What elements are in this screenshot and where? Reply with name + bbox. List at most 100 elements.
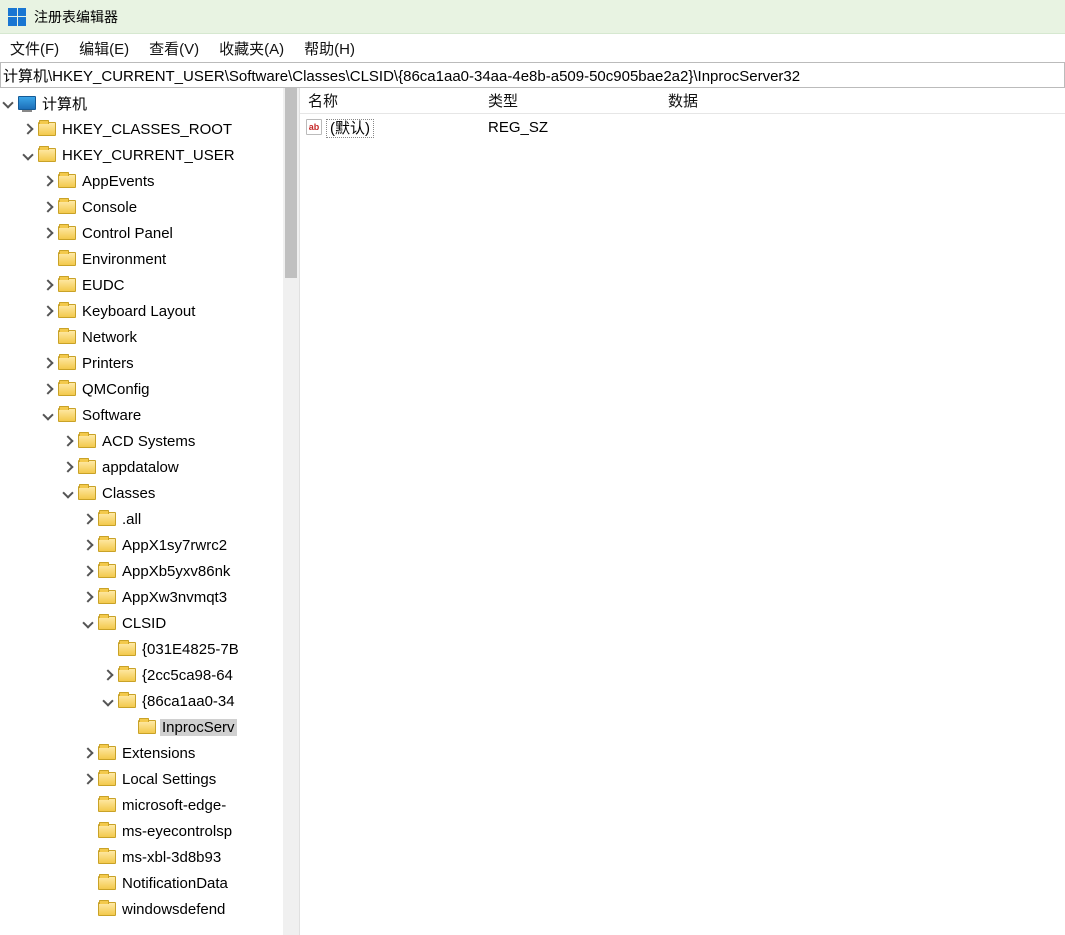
tree-item-label: Printers [80,355,136,372]
tree-item[interactable]: Local Settings [0,766,283,792]
tree-item[interactable]: Keyboard Layout [0,298,283,324]
value-row[interactable]: (默认)REG_SZ [300,114,1065,140]
folder-icon [118,668,136,682]
tree-item[interactable]: windowsdefend [0,896,283,922]
folder-icon [98,538,116,552]
tree-item[interactable]: appdatalow [0,454,283,480]
menu-file[interactable]: 文件(F) [10,38,59,59]
folder-icon [58,278,76,292]
chevron-right-icon[interactable] [100,667,116,683]
folder-icon [98,850,116,864]
expander-none [80,823,96,839]
tree-item[interactable]: QMConfig [0,376,283,402]
folder-icon [138,720,156,734]
column-name[interactable]: 名称 [300,88,480,113]
folder-icon [78,486,96,500]
tree-item-label: windowsdefend [120,901,227,918]
app-icon [8,8,26,26]
tree-item[interactable]: InprocServ [0,714,283,740]
folder-icon [78,434,96,448]
folder-icon [98,746,116,760]
tree-item[interactable]: microsoft-edge- [0,792,283,818]
tree-item[interactable]: AppXw3nvmqt3 [0,584,283,610]
folder-icon [98,512,116,526]
tree-item[interactable]: AppEvents [0,168,283,194]
folder-icon [98,590,116,604]
tree-item[interactable]: HKEY_CURRENT_USER [0,142,283,168]
tree-item[interactable]: 计算机 [0,90,283,116]
title-bar: 注册表编辑器 [0,0,1065,34]
tree-item[interactable]: Classes [0,480,283,506]
chevron-down-icon[interactable] [40,407,56,423]
tree-item[interactable]: Printers [0,350,283,376]
menu-favorites[interactable]: 收藏夹(A) [219,38,284,59]
chevron-right-icon[interactable] [40,277,56,293]
folder-icon [58,408,76,422]
tree-item[interactable]: AppX1sy7rwrc2 [0,532,283,558]
tree-item[interactable]: {031E4825-7B [0,636,283,662]
chevron-down-icon[interactable] [100,693,116,709]
tree-item-label: {86ca1aa0-34 [140,693,237,710]
tree-item[interactable]: Environment [0,246,283,272]
tree-item-label: Environment [80,251,168,268]
tree-item[interactable]: {86ca1aa0-34 [0,688,283,714]
values-panel: 名称 类型 数据 (默认)REG_SZ [300,88,1065,935]
values-body[interactable]: (默认)REG_SZ [300,114,1065,935]
tree-item[interactable]: EUDC [0,272,283,298]
tree-item[interactable]: Software [0,402,283,428]
chevron-right-icon[interactable] [40,173,56,189]
tree-item[interactable]: ms-eyecontrolsp [0,818,283,844]
main-split: 计算机HKEY_CLASSES_ROOTHKEY_CURRENT_USERApp… [0,88,1065,935]
menu-help[interactable]: 帮助(H) [304,38,355,59]
column-type[interactable]: 类型 [480,88,660,113]
chevron-right-icon[interactable] [40,381,56,397]
tree-scrollbar[interactable] [283,88,299,935]
tree-item-label: Classes [100,485,157,502]
column-data[interactable]: 数据 [660,88,1065,113]
chevron-right-icon[interactable] [80,771,96,787]
chevron-down-icon[interactable] [80,615,96,631]
tree-item-label: appdatalow [100,459,181,476]
tree-item[interactable]: {2cc5ca98-64 [0,662,283,688]
chevron-right-icon[interactable] [40,303,56,319]
tree-item[interactable]: NotificationData [0,870,283,896]
chevron-down-icon[interactable] [60,485,76,501]
chevron-right-icon[interactable] [80,511,96,527]
tree-item[interactable]: CLSID [0,610,283,636]
chevron-right-icon[interactable] [80,563,96,579]
tree-item[interactable]: Network [0,324,283,350]
menu-edit[interactable]: 编辑(E) [79,38,129,59]
chevron-down-icon[interactable] [20,147,36,163]
expander-none [80,901,96,917]
tree-item-label: Extensions [120,745,197,762]
tree-item[interactable]: Console [0,194,283,220]
folder-icon [38,122,56,136]
tree-item[interactable]: HKEY_CLASSES_ROOT [0,116,283,142]
tree-item-label: ms-eyecontrolsp [120,823,234,840]
chevron-right-icon[interactable] [40,225,56,241]
tree-item[interactable]: AppXb5yxv86nk [0,558,283,584]
tree-item[interactable]: Control Panel [0,220,283,246]
folder-icon [58,330,76,344]
chevron-right-icon[interactable] [60,459,76,475]
address-bar[interactable]: 计算机\HKEY_CURRENT_USER\Software\Classes\C… [0,62,1065,88]
address-text: 计算机\HKEY_CURRENT_USER\Software\Classes\C… [3,65,800,86]
chevron-right-icon[interactable] [60,433,76,449]
tree-item[interactable]: ACD Systems [0,428,283,454]
menu-view[interactable]: 查看(V) [149,38,199,59]
tree-item-label: Control Panel [80,225,175,242]
tree-item[interactable]: ms-xbl-3d8b93 [0,844,283,870]
tree-scroll-thumb[interactable] [285,88,297,278]
chevron-right-icon[interactable] [80,745,96,761]
chevron-right-icon[interactable] [40,199,56,215]
tree-view[interactable]: 计算机HKEY_CLASSES_ROOTHKEY_CURRENT_USERApp… [0,88,283,935]
chevron-right-icon[interactable] [40,355,56,371]
tree-item[interactable]: Extensions [0,740,283,766]
chevron-right-icon[interactable] [80,589,96,605]
chevron-right-icon[interactable] [20,121,36,137]
chevron-right-icon[interactable] [80,537,96,553]
chevron-down-icon[interactable] [0,95,16,111]
tree-item-label: Software [80,407,143,424]
tree-item[interactable]: .all [0,506,283,532]
window-title: 注册表编辑器 [34,7,118,27]
